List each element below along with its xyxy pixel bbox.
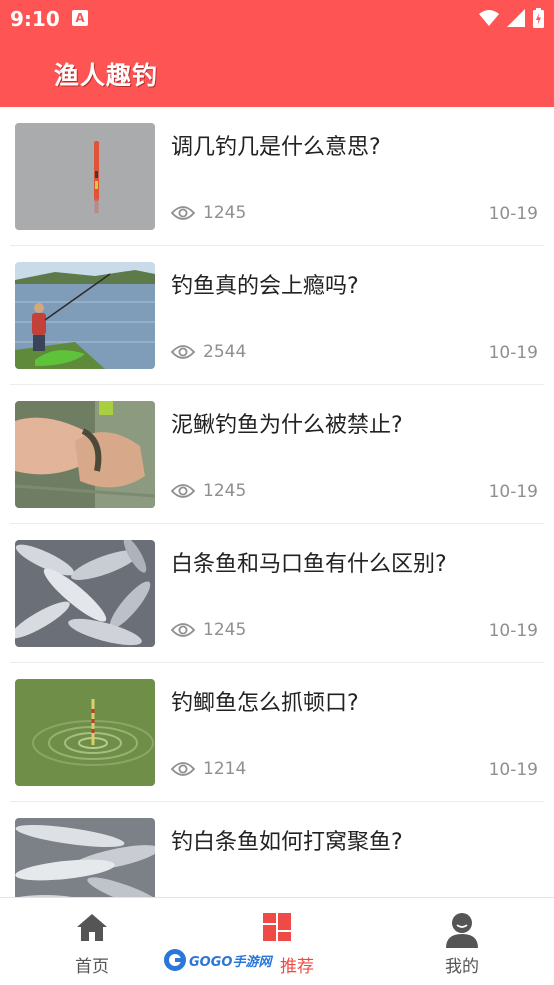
home-icon — [77, 914, 107, 941]
nav-label-home: 首页 — [75, 957, 109, 977]
article-title[interactable]: 钓白条鱼如何打窝聚鱼? — [171, 824, 403, 856]
article-title[interactable]: 泥鳅钓鱼为什么被禁止? — [171, 407, 403, 439]
wifi-icon — [479, 10, 499, 26]
nav-label-mine: 我的 — [445, 957, 479, 977]
app-header: 9:10 A 渔人趣钓 — [0, 0, 554, 107]
article-row[interactable]: 白条鱼和马口鱼有什么区别? 1245 10-19 — [0, 524, 554, 663]
grid-icon — [263, 913, 291, 941]
eye-icon — [171, 206, 195, 220]
float-grey-water-thumbnail — [15, 123, 155, 230]
nav-item-mine[interactable]: 我的 — [370, 898, 554, 985]
status-icons — [479, 8, 544, 28]
view-count-value: 1245 — [203, 620, 247, 640]
watermark-g-icon — [164, 949, 186, 971]
view-count-value: 2544 — [203, 342, 247, 362]
article-row[interactable]: 泥鳅钓鱼为什么被禁止? 1245 10-19 — [0, 385, 554, 524]
watermark-logo: GOGO手游网 — [163, 946, 273, 974]
article-title[interactable]: 钓鱼真的会上瘾吗? — [171, 268, 359, 300]
view-count: 1245 — [171, 481, 246, 501]
status-bar: 9:10 A — [0, 0, 554, 38]
view-count-value: 1214 — [203, 759, 247, 779]
article-row[interactable]: 调几钓几是什么意思? 1245 10-19 — [0, 107, 554, 246]
view-count-value: 1245 — [203, 481, 247, 501]
float-green-water-thumbnail — [15, 679, 155, 786]
eye-icon — [171, 762, 195, 776]
eye-icon — [171, 345, 195, 359]
article-title[interactable]: 白条鱼和马口鱼有什么区别? — [171, 546, 447, 578]
notification-icon: A — [72, 10, 88, 26]
view-count: 2544 — [171, 342, 246, 362]
eye-icon — [171, 623, 195, 637]
white-fish-pile-thumbnail — [15, 818, 155, 897]
article-date: 10-19 — [488, 760, 538, 780]
article-date: 10-19 — [488, 482, 538, 502]
signal-icon — [507, 9, 525, 27]
pile-of-small-fish-thumbnail — [15, 540, 155, 647]
battery-icon — [533, 8, 544, 28]
view-count-value: 1245 — [203, 203, 247, 223]
status-time: 9:10 — [10, 7, 60, 31]
eye-icon — [171, 484, 195, 498]
article-date: 10-19 — [488, 343, 538, 363]
angler-at-lake-thumbnail — [15, 262, 155, 369]
article-date: 10-19 — [488, 204, 538, 224]
watermark-text: GOGO手游网 — [189, 954, 272, 970]
nav-item-home[interactable]: 首页 — [0, 898, 184, 985]
user-icon — [446, 913, 478, 948]
article-row[interactable]: 钓鲫鱼怎么抓顿口? 1214 10-19 — [0, 663, 554, 802]
view-count: 1245 — [171, 620, 246, 640]
article-date: 10-19 — [488, 621, 538, 641]
article-title[interactable]: 钓鲫鱼怎么抓顿口? — [171, 685, 359, 717]
article-title[interactable]: 调几钓几是什么意思? — [171, 129, 381, 161]
article-list[interactable]: 调几钓几是什么意思? 1245 10-19 钓鱼真的会上瘾吗? 2544 10-… — [0, 107, 554, 897]
hand-holding-loach-thumbnail — [15, 401, 155, 508]
view-count: 1245 — [171, 203, 246, 223]
article-row[interactable]: 钓白条鱼如何打窝聚鱼? — [0, 802, 554, 897]
app-title: 渔人趣钓 — [54, 61, 159, 90]
view-count: 1214 — [171, 759, 246, 779]
article-row[interactable]: 钓鱼真的会上瘾吗? 2544 10-19 — [0, 246, 554, 385]
bottom-nav: 首页 推荐 我的 — [0, 897, 554, 985]
